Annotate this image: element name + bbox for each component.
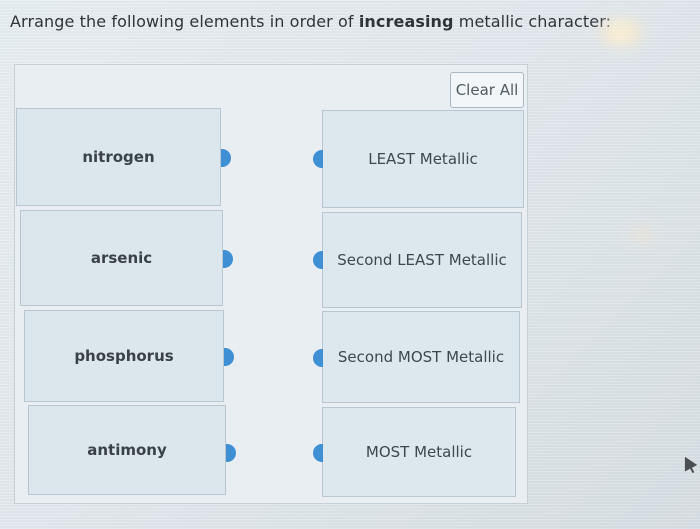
drop-slot-second-least-metallic[interactable]: Second LEAST Metallic	[322, 212, 522, 308]
question-text: Arrange the following elements in order …	[10, 12, 611, 31]
drop-slot-second-most-metallic[interactable]: Second MOST Metallic	[322, 311, 520, 403]
mouse-cursor-icon	[678, 453, 698, 472]
draggable-item-arsenic[interactable]: arsenic	[20, 210, 223, 306]
question-prefix: Arrange the following elements in order …	[10, 12, 359, 31]
question-suffix: metallic character:	[453, 12, 612, 31]
draggable-item-nitrogen[interactable]: nitrogen	[16, 108, 221, 206]
draggable-item-phosphorus[interactable]: phosphorus	[24, 310, 224, 402]
drop-slot-least-metallic[interactable]: LEAST Metallic	[322, 110, 524, 208]
clear-all-button[interactable]: Clear All	[450, 72, 524, 108]
draggable-item-antimony[interactable]: antimony	[28, 405, 226, 495]
drop-slot-most-metallic[interactable]: MOST Metallic	[322, 407, 516, 497]
screen-glare	[630, 227, 654, 241]
screen-background: Arrange the following elements in order …	[0, 0, 700, 529]
screen-glare	[600, 20, 642, 45]
question-emphasis: increasing	[358, 12, 454, 31]
